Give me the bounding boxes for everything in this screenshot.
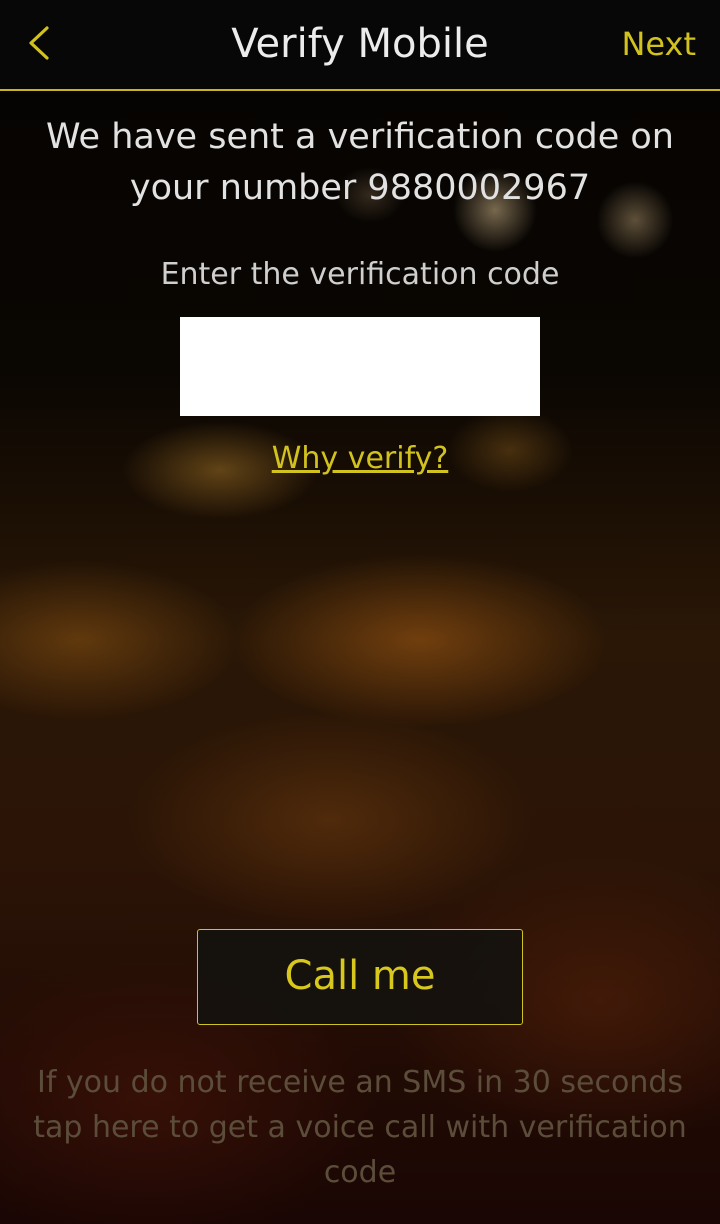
why-verify-link[interactable]: Why verify?: [272, 441, 449, 476]
header-bar: Verify Mobile Next: [0, 0, 720, 91]
verification-code-input[interactable]: [180, 317, 540, 416]
code-prompt-label: Enter the verification code: [160, 257, 560, 292]
verification-sent-message: We have sent a verification code on your…: [46, 117, 674, 208]
back-button[interactable]: [18, 18, 70, 70]
next-button[interactable]: Next: [621, 22, 696, 66]
voice-call-help-text[interactable]: If you do not receive an SMS in 30 secon…: [20, 1060, 700, 1195]
chevron-left-icon: [29, 26, 49, 60]
why-verify-container: Why verify?: [0, 438, 720, 480]
page-title: Verify Mobile: [231, 21, 489, 67]
call-me-button[interactable]: Call me: [197, 929, 523, 1025]
